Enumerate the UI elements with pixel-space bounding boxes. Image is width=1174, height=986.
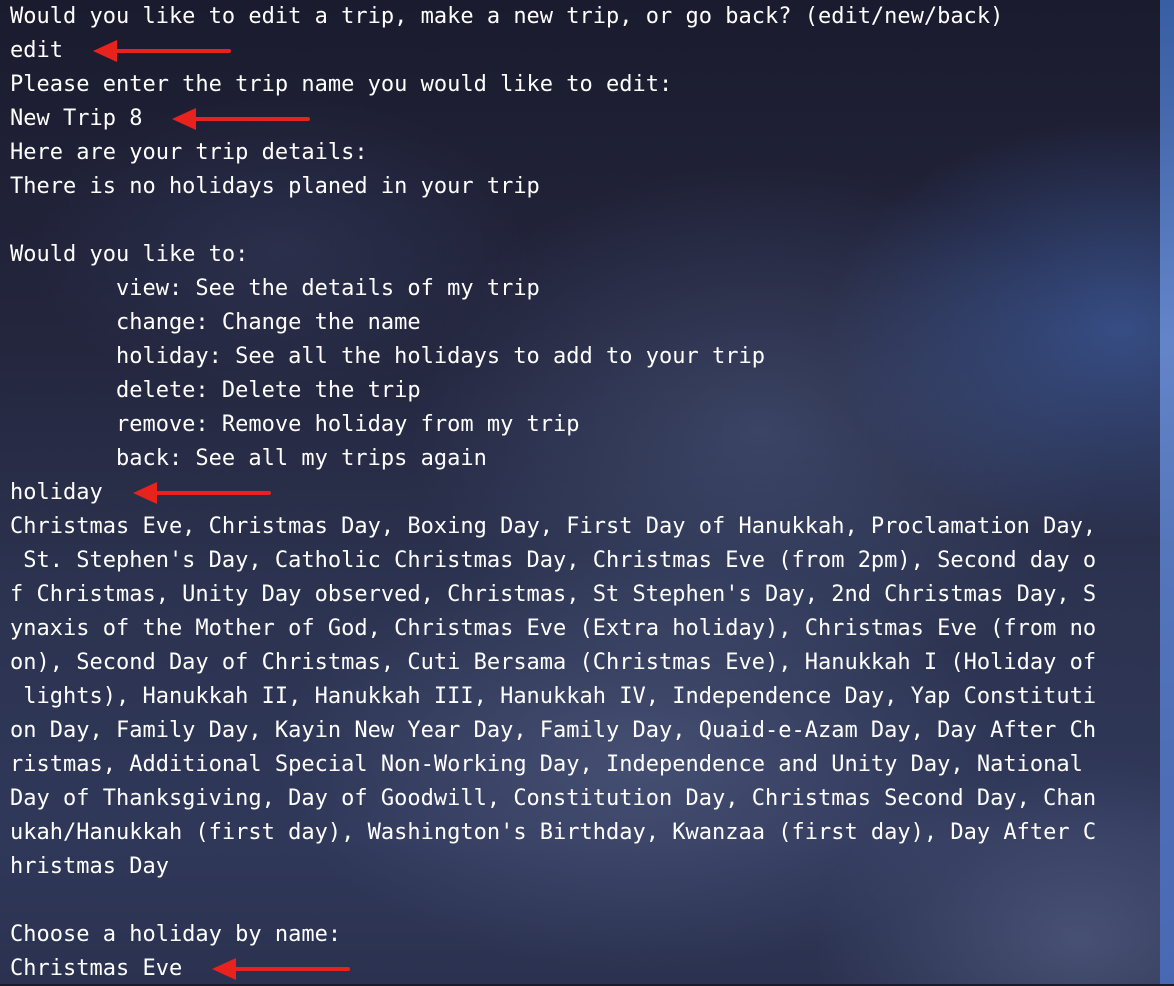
output-line: change: Change the name (10, 306, 1162, 340)
red-arrow-icon (212, 958, 351, 980)
output-line: back: See all my trips again (10, 442, 1162, 476)
line-text: view: See the details of my trip (10, 276, 540, 301)
line-text: edit (10, 38, 63, 63)
output-line: ukah/Hanukkah (first day), Washington's … (10, 816, 1162, 850)
output-line: view: See the details of my trip (10, 272, 1162, 306)
output-line: Here are your trip details: (10, 136, 1162, 170)
line-text: hristmas Day (10, 854, 169, 879)
line-text: Would you like to: (10, 242, 249, 267)
red-arrow-icon (132, 482, 271, 504)
output-line: Please enter the trip name you would lik… (10, 68, 1162, 102)
line-text: holiday (10, 480, 103, 505)
output-line: Choose a holiday by name: (10, 918, 1162, 952)
red-arrow-icon (172, 108, 311, 130)
line-text: remove: Remove holiday from my trip (10, 412, 580, 437)
output-line: lights), Hanukkah II, Hanukkah III, Hanu… (10, 680, 1162, 714)
user-input-line: Christmas Eve (10, 952, 1162, 986)
line-text: St. Stephen's Day, Catholic Christmas Da… (10, 548, 1097, 573)
line-text: lights), Hanukkah II, Hanukkah III, Hanu… (10, 684, 1097, 709)
output-line: hristmas Day (10, 850, 1162, 884)
line-text: f Christmas, Unity Day observed, Christm… (10, 582, 1097, 607)
line-text: on), Second Day of Christmas, Cuti Bersa… (10, 650, 1097, 675)
output-line: Christmas Eve, Christmas Day, Boxing Day… (10, 510, 1162, 544)
user-input-line: holiday (10, 476, 1162, 510)
line-text: Christmas Eve, Christmas Day, Boxing Day… (10, 514, 1097, 539)
line-text: Please enter the trip name you would lik… (10, 72, 673, 97)
output-line: There is no holidays planed in your trip (10, 170, 1162, 204)
line-text: change: Change the name (10, 310, 421, 335)
user-input-line: New Trip 8 (10, 102, 1162, 136)
output-line: ristmas, Additional Special Non-Working … (10, 748, 1162, 782)
red-arrow-icon (92, 40, 231, 62)
line-text: ristmas, Additional Special Non-Working … (10, 752, 1097, 777)
output-line: holiday: See all the holidays to add to … (10, 340, 1162, 374)
line-text: Choose a holiday by name: (10, 922, 342, 947)
output-line: ynaxis of the Mother of God, Christmas E… (10, 612, 1162, 646)
line-text: There is no holidays planed in your trip (10, 174, 540, 199)
output-line: Would you like to edit a trip, make a ne… (10, 0, 1162, 34)
output-line: on), Second Day of Christmas, Cuti Bersa… (10, 646, 1162, 680)
output-line: St. Stephen's Day, Catholic Christmas Da… (10, 544, 1162, 578)
output-line: delete: Delete the trip (10, 374, 1162, 408)
output-line: Would you like to: (10, 238, 1162, 272)
line-text: Christmas Eve (10, 956, 183, 981)
desktop-edge (1160, 0, 1174, 984)
line-text: on Day, Family Day, Kayin New Year Day, … (10, 718, 1097, 743)
output-line: remove: Remove holiday from my trip (10, 408, 1162, 442)
line-text: ynaxis of the Mother of God, Christmas E… (10, 616, 1097, 641)
terminal-output[interactable]: Would you like to edit a trip, make a ne… (10, 0, 1162, 986)
line-text: Would you like to edit a trip, make a ne… (10, 4, 1004, 29)
user-input-line: edit (10, 34, 1162, 68)
line-text: back: See all my trips again (10, 446, 487, 471)
output-line: f Christmas, Unity Day observed, Christm… (10, 578, 1162, 612)
line-text: ukah/Hanukkah (first day), Washington's … (10, 820, 1097, 845)
output-line: on Day, Family Day, Kayin New Year Day, … (10, 714, 1162, 748)
line-text: Here are your trip details: (10, 140, 368, 165)
line-text: New Trip 8 (10, 106, 143, 131)
output-line: Day of Thanksgiving, Day of Goodwill, Co… (10, 782, 1162, 816)
line-text: delete: Delete the trip (10, 378, 421, 403)
line-text: Day of Thanksgiving, Day of Goodwill, Co… (10, 786, 1097, 811)
line-text: holiday: See all the holidays to add to … (10, 344, 765, 369)
